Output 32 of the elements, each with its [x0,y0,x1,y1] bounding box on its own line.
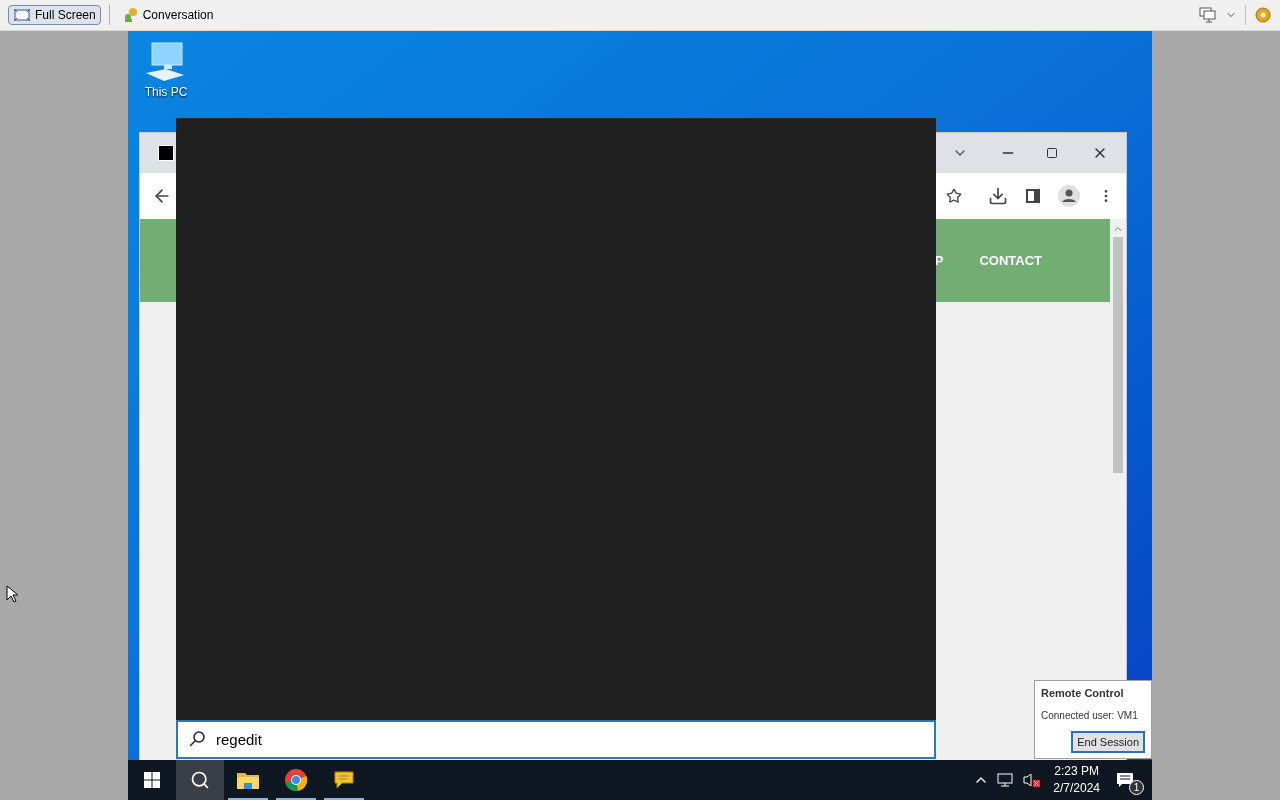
notifications-icon[interactable] [1116,772,1134,788]
popup-title: Remote Control [1041,686,1125,701]
clock-time: 2:23 PM [1054,763,1099,780]
notification-badge: 1 [1129,780,1144,795]
scroll-thumb[interactable] [1113,237,1123,473]
network-icon[interactable] [997,772,1016,788]
people-icon [122,7,139,23]
windows-logo-icon [144,772,160,788]
side-panel-icon[interactable] [1026,189,1040,203]
browser-logo-icon [284,768,308,792]
folder-icon [236,770,260,790]
popup-text: Connected user: VM1 [1041,708,1139,723]
desktop-icon-label: This PC [144,84,188,101]
toolbar-button[interactable]: Full Screen [8,5,101,25]
muted-speaker-icon[interactable] [1023,772,1042,788]
bookmark-star-icon[interactable] [946,188,962,204]
monitors-icon[interactable] [1199,7,1217,23]
maximize-icon[interactable] [1046,147,1058,159]
profile-icon[interactable] [1058,185,1080,207]
download-icon[interactable] [988,186,1008,206]
tab-favicon-icon [158,145,174,161]
search-icon [188,730,206,748]
chat-bubble-icon [333,769,355,791]
clock[interactable]: 2:23 PM 2/7/2024 [1053,763,1100,797]
fullscreen-icon [13,8,31,22]
toolbar-button[interactable]: Conversation [117,5,219,25]
search-icon [190,770,210,790]
mouse-pointer-icon [6,585,18,603]
search-field[interactable]: regedit [176,720,936,759]
clock-date: 2/7/2024 [1053,780,1100,797]
end-session-button[interactable]: End Session [1071,730,1145,753]
taskbar-app-button[interactable] [176,760,224,800]
